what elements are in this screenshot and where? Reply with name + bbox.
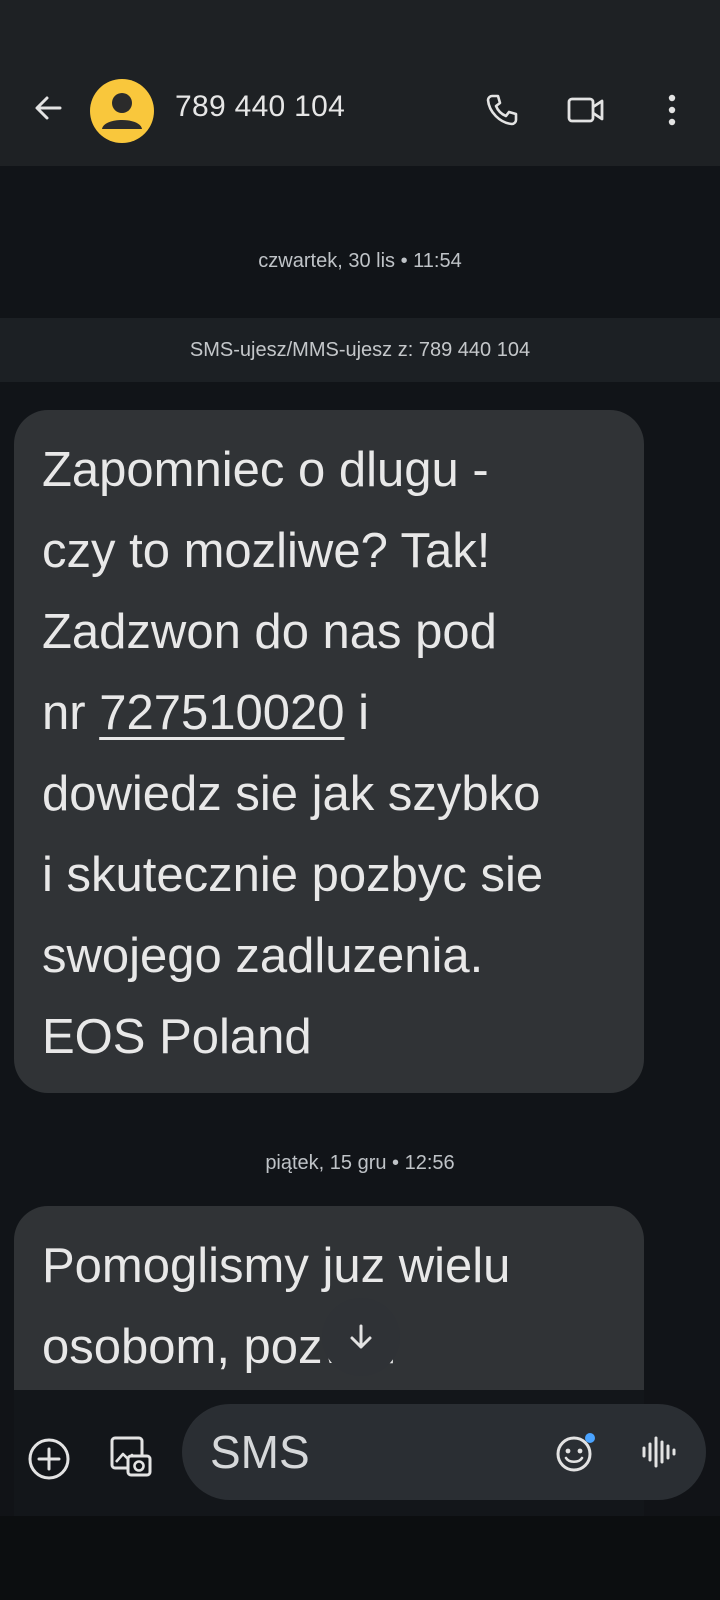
date-separator: piątek, 15 gru • 12:56 <box>265 1152 455 1174</box>
back-arrow-icon[interactable] <box>28 88 68 128</box>
message-line: EOS Poland <box>42 1010 312 1064</box>
message-line: Zapomniec o dlugu - <box>42 443 489 497</box>
message-line: Zadzwon do nas pod <box>42 605 497 659</box>
emoji-icon[interactable] <box>552 1428 600 1476</box>
sim-info-bar: SMS-ujesz/MMS-ujesz z: 789 440 104 <box>0 318 720 382</box>
message-line: dowiedz sie jak szybko <box>42 767 541 821</box>
system-navigation-bar <box>0 1516 720 1600</box>
add-circle-icon[interactable] <box>24 1434 74 1484</box>
message-line: i skutecznie pozbyc sie <box>42 848 544 902</box>
scroll-to-bottom-button[interactable] <box>322 1298 400 1376</box>
top-app-bar: 789 440 104 <box>0 0 720 166</box>
phone-number-link[interactable]: 727510020 <box>99 686 344 740</box>
message-text: i <box>344 686 369 740</box>
avatar[interactable] <box>90 79 154 143</box>
date-separator: czwartek, 30 lis • 11:54 <box>258 250 462 272</box>
voice-waveform-icon[interactable] <box>634 1428 682 1476</box>
video-camera-icon[interactable] <box>564 88 608 132</box>
message-line: czy to mozliwe? Tak! <box>42 524 491 578</box>
message-input-container[interactable] <box>182 1404 706 1500</box>
arrow-down-icon <box>350 1324 372 1349</box>
contact-name[interactable]: 789 440 104 <box>175 90 345 124</box>
message-line: nr 727510020 i <box>42 673 616 754</box>
message-input[interactable] <box>210 1424 510 1480</box>
message-bubble[interactable]: Zapomniec o dlugu - czy to mozliwe? Tak!… <box>14 410 644 1093</box>
message-text: nr <box>42 686 100 740</box>
person-icon <box>102 93 142 129</box>
message-line: swojego zadluzenia. <box>42 929 484 983</box>
message-line: Pomoglismy juz wielu <box>42 1239 511 1293</box>
gallery-icon[interactable] <box>106 1432 156 1482</box>
more-vert-icon[interactable] <box>650 88 694 132</box>
phone-icon[interactable] <box>480 88 524 132</box>
